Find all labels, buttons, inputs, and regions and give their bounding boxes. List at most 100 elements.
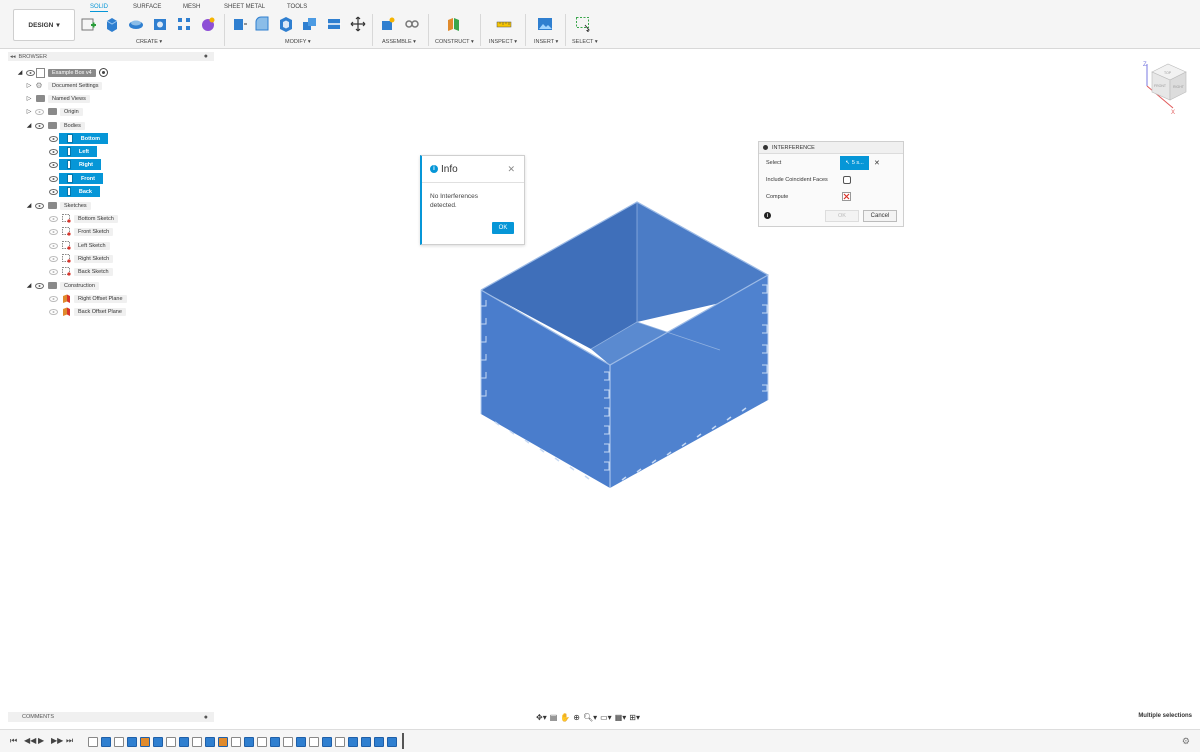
viewcube[interactable]: Z X TOP FRONT RIGHT xyxy=(1140,60,1192,115)
next-step-icon[interactable]: ▶▶ xyxy=(51,736,63,745)
workspace-switcher[interactable]: DESIGN ▾ xyxy=(13,9,75,41)
expand-triangle-icon[interactable]: ▷ xyxy=(25,94,33,104)
eye-hidden-icon[interactable] xyxy=(47,307,59,317)
timeline-feature-icon[interactable] xyxy=(179,737,189,747)
timeline-feature-icon[interactable] xyxy=(348,737,358,747)
tab-tools[interactable]: TOOLS xyxy=(287,4,307,10)
gear-icon[interactable]: ⚙ xyxy=(1182,736,1190,747)
eye-hidden-icon[interactable] xyxy=(47,294,59,304)
eye-icon[interactable] xyxy=(24,68,36,78)
timeline-feature-icon[interactable] xyxy=(322,737,332,747)
insert-menu[interactable]: INSERT ▾ xyxy=(534,39,558,45)
eye-icon[interactable] xyxy=(47,147,59,157)
timeline-feature-icon[interactable] xyxy=(101,737,111,747)
comments-panel-header[interactable]: COMMENTS ● xyxy=(8,712,214,722)
timeline-feature-icon[interactable] xyxy=(127,737,137,747)
tab-sheet-metal[interactable]: SHEET METAL xyxy=(224,4,265,10)
clear-selection-icon[interactable]: ✕ xyxy=(874,159,880,167)
tab-surface[interactable]: SURFACE xyxy=(133,4,161,10)
timeline-feature-icon[interactable] xyxy=(296,737,306,747)
interference-header[interactable]: INTERFERENCE xyxy=(759,142,903,154)
pattern-icon[interactable] xyxy=(176,16,192,32)
expand-triangle-icon[interactable]: ◢ xyxy=(25,281,33,291)
panel-collapse-icon[interactable] xyxy=(763,145,768,150)
display-settings-icon[interactable]: ▭▾ xyxy=(600,713,612,722)
browser-item-sketch[interactable]: Left Sketch xyxy=(47,240,110,251)
pin-icon[interactable]: ● xyxy=(204,53,208,60)
measure-icon[interactable] xyxy=(496,16,512,32)
plane-icon[interactable] xyxy=(445,16,461,32)
browser-item-body-bottom[interactable]: Bottom xyxy=(47,133,108,144)
joint-icon[interactable] xyxy=(404,16,420,32)
look-at-icon[interactable]: ▤ xyxy=(550,713,558,722)
eye-hidden-icon[interactable] xyxy=(47,267,59,277)
timeline-sketch-icon[interactable] xyxy=(257,737,267,747)
expand-triangle-icon[interactable]: ▷ xyxy=(25,81,33,91)
browser-item-construction[interactable]: ◢ Construction xyxy=(25,280,99,291)
select-bodies-button[interactable]: ↖ 5 s... xyxy=(840,156,869,170)
close-icon[interactable]: ✕ xyxy=(507,164,515,175)
eye-icon[interactable] xyxy=(47,187,59,197)
create-sketch-icon[interactable] xyxy=(81,16,97,32)
timeline-sketch-icon[interactable] xyxy=(283,737,293,747)
browser-item-origin[interactable]: ▷ Origin xyxy=(25,106,83,117)
timeline-sketch-icon[interactable] xyxy=(335,737,345,747)
browser-item-sketch[interactable]: Back Sketch xyxy=(47,266,113,277)
timeline-plane-icon[interactable] xyxy=(140,737,150,747)
eye-icon[interactable] xyxy=(33,121,45,131)
browser-item-named-views[interactable]: ▷ Named Views xyxy=(25,93,90,104)
zoom-icon[interactable]: ⊕ xyxy=(573,713,580,722)
viewports-icon[interactable]: ⊞▾ xyxy=(629,713,640,722)
add-comment-icon[interactable]: ● xyxy=(204,714,208,721)
timeline-sketch-icon[interactable] xyxy=(88,737,98,747)
timeline-feature-icon[interactable] xyxy=(153,737,163,747)
eye-hidden-icon[interactable] xyxy=(47,241,59,251)
tab-mesh[interactable]: MESH xyxy=(183,4,200,10)
new-component-icon[interactable] xyxy=(380,16,396,32)
fit-icon[interactable]: 🔍︎▾ xyxy=(583,713,597,722)
expand-triangle-icon[interactable]: ◢ xyxy=(25,121,33,131)
eye-icon[interactable] xyxy=(33,201,45,211)
eye-hidden-icon[interactable] xyxy=(47,214,59,224)
browser-item-body-front[interactable]: Front xyxy=(47,173,103,184)
eye-icon[interactable] xyxy=(47,174,59,184)
first-step-icon[interactable]: ⏮ xyxy=(10,736,17,746)
expand-triangle-icon[interactable]: ▷ xyxy=(25,107,33,117)
activate-radio-icon[interactable] xyxy=(98,68,108,77)
construct-menu[interactable]: CONSTRUCT ▾ xyxy=(435,39,474,45)
pan-icon[interactable]: ✋ xyxy=(560,713,570,722)
extrude-icon[interactable] xyxy=(104,16,120,32)
timeline-sketch-icon[interactable] xyxy=(114,737,124,747)
eye-hidden-icon[interactable] xyxy=(33,107,45,117)
browser-item-body-back[interactable]: Back xyxy=(47,186,100,197)
interference-cancel-button[interactable]: Cancel xyxy=(863,210,897,222)
browser-item-sketch[interactable]: Bottom Sketch xyxy=(47,213,118,224)
assemble-menu[interactable]: ASSEMBLE ▾ xyxy=(382,39,416,45)
tab-solid[interactable]: SOLID xyxy=(90,4,109,12)
timeline-feature-icon[interactable] xyxy=(205,737,215,747)
eye-hidden-icon[interactable] xyxy=(47,254,59,264)
browser-item-plane[interactable]: Back Offset Plane xyxy=(47,306,126,317)
grid-settings-icon[interactable]: ▦▾ xyxy=(615,713,627,722)
move-icon[interactable] xyxy=(350,16,366,32)
timeline-feature-icon[interactable] xyxy=(244,737,254,747)
browser-item-sketch[interactable]: Right Sketch xyxy=(47,253,114,264)
timeline-sketch-icon[interactable] xyxy=(166,737,176,747)
press-pull-icon[interactable] xyxy=(232,16,248,32)
create-menu[interactable]: CREATE ▾ xyxy=(136,39,162,45)
compute-icon[interactable] xyxy=(842,192,851,201)
shell-icon[interactable] xyxy=(278,16,294,32)
timeline-sketch-icon[interactable] xyxy=(231,737,241,747)
expand-triangle-icon[interactable]: ◢ xyxy=(25,201,33,211)
timeline-sketch-icon[interactable] xyxy=(309,737,319,747)
browser-root[interactable]: ◢ Example Box v4 xyxy=(16,67,108,78)
fillet-icon[interactable] xyxy=(254,16,270,32)
eye-icon[interactable] xyxy=(47,160,59,170)
timeline-feature-icon[interactable] xyxy=(374,737,384,747)
inspect-menu[interactable]: INSPECT ▾ xyxy=(489,39,517,45)
browser-header[interactable]: ◂◂ BROWSER ● xyxy=(8,52,214,61)
expand-triangle-icon[interactable]: ◢ xyxy=(16,68,24,78)
timeline-plane-icon[interactable] xyxy=(218,737,228,747)
eye-icon[interactable] xyxy=(47,134,59,144)
timeline-sketch-icon[interactable] xyxy=(192,737,202,747)
